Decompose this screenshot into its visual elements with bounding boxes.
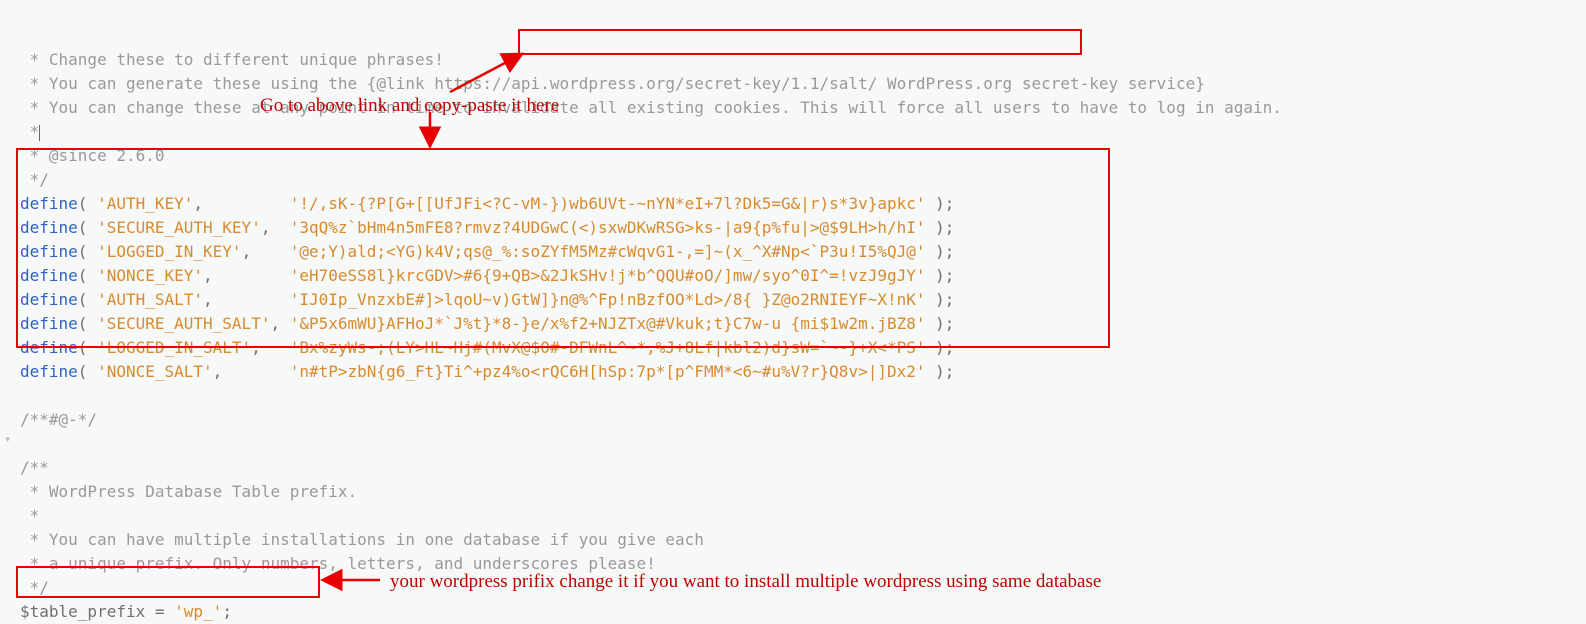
fold-triangle-icon: ▾ (4, 430, 11, 448)
annotation-bottom: your wordpress prifix change it if you w… (390, 568, 1101, 597)
comment-line: * (20, 122, 40, 141)
comment-line: * You can have multiple installations in… (20, 530, 704, 549)
comment-line: * You can change these at any point in t… (20, 98, 1282, 117)
highlight-box-prefix (16, 566, 320, 598)
table-prefix-line: $table_prefix = 'wp_'; (20, 602, 232, 621)
define-row: define( 'NONCE_SALT', 'n#tP>zbN{g6_Ft}Ti… (20, 362, 954, 381)
highlight-box-link (518, 29, 1082, 55)
highlight-box-defines (16, 148, 1110, 348)
comment-line: * WordPress Database Table prefix. (20, 482, 357, 501)
comment-line: * (20, 506, 39, 525)
comment-line: /**#@-*/ (20, 410, 97, 429)
comment-line: * Change these to different unique phras… (20, 50, 444, 69)
comment-line: * You can generate these using the {@lin… (20, 74, 1205, 93)
comment-line: /** (20, 458, 49, 477)
annotation-top: Go to above link and copy-paste it here (260, 92, 559, 121)
